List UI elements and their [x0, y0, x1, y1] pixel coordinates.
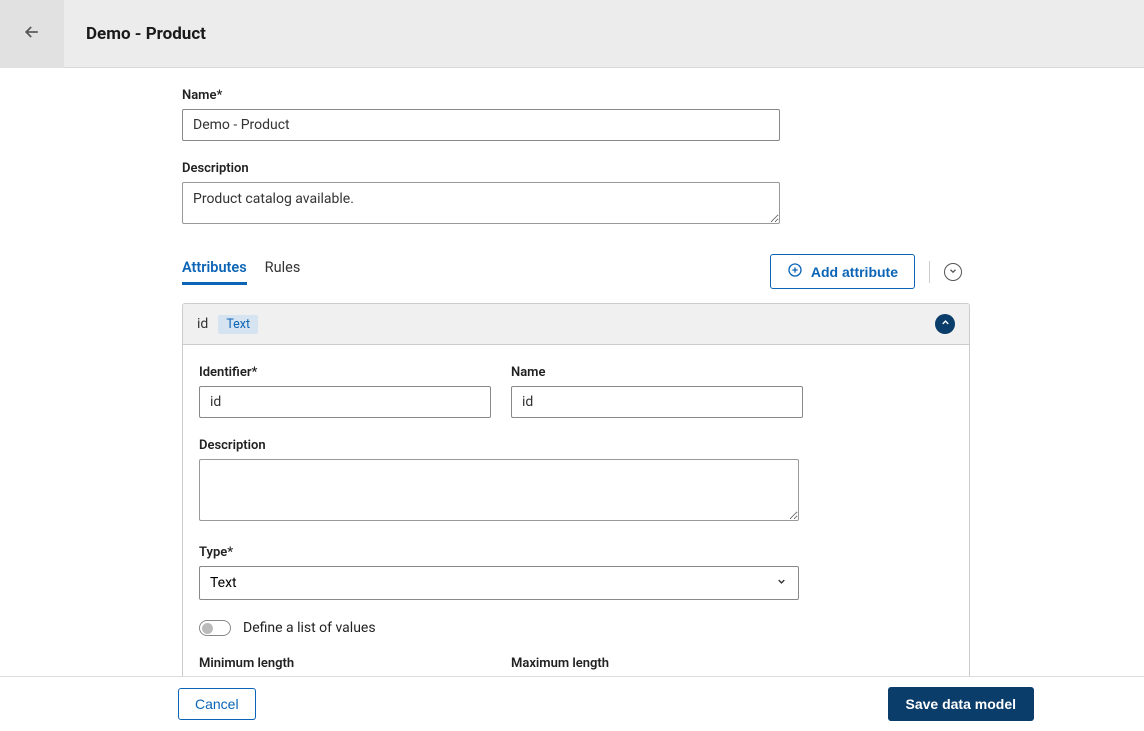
- list-values-label: Define a list of values: [243, 620, 376, 636]
- attr-name-label: Name: [511, 365, 803, 380]
- save-button[interactable]: Save data model: [888, 687, 1035, 721]
- plus-circle-icon: [787, 262, 803, 281]
- chevron-down-icon: [948, 264, 958, 280]
- min-length-label: Minimum length: [199, 656, 491, 671]
- attribute-header-id: id: [197, 316, 208, 332]
- tab-attributes[interactable]: Attributes: [182, 259, 247, 285]
- list-values-toggle[interactable]: [199, 620, 231, 636]
- tabs-row: Attributes Rules Add attribute: [182, 254, 962, 289]
- back-button[interactable]: [0, 0, 64, 68]
- description-label: Description: [182, 161, 972, 176]
- name-label: Name*: [182, 88, 972, 103]
- type-label: Type*: [199, 545, 953, 560]
- tab-rules[interactable]: Rules: [265, 259, 301, 285]
- page-title: Demo - Product: [86, 24, 206, 44]
- attr-description-label: Description: [199, 438, 953, 453]
- footer-bar: Cancel Save data model: [0, 676, 1144, 731]
- add-attribute-label: Add attribute: [811, 264, 898, 280]
- chevron-up-icon: [940, 316, 951, 332]
- add-attribute-button[interactable]: Add attribute: [770, 254, 915, 289]
- vertical-divider: [929, 261, 930, 283]
- attribute-panel-header[interactable]: id Text: [183, 304, 969, 345]
- main-content: Name* Description Product catalog availa…: [0, 68, 1144, 676]
- type-select[interactable]: [199, 566, 799, 600]
- attr-description-textarea[interactable]: [199, 459, 799, 521]
- collapse-attribute-button[interactable]: [935, 314, 955, 334]
- arrow-left-icon: [22, 22, 42, 46]
- cancel-button[interactable]: Cancel: [178, 688, 256, 720]
- description-textarea[interactable]: Product catalog available.: [182, 182, 780, 224]
- identifier-input[interactable]: [199, 386, 491, 418]
- identifier-label: Identifier*: [199, 365, 491, 380]
- attribute-type-badge: Text: [218, 315, 258, 334]
- expand-all-toggle[interactable]: [944, 263, 962, 281]
- max-length-label: Maximum length: [511, 656, 803, 671]
- name-input[interactable]: [182, 109, 780, 141]
- header-bar: Demo - Product: [0, 0, 1144, 68]
- attr-name-input[interactable]: [511, 386, 803, 418]
- attribute-panel: id Text Identifier* Name: [182, 303, 970, 676]
